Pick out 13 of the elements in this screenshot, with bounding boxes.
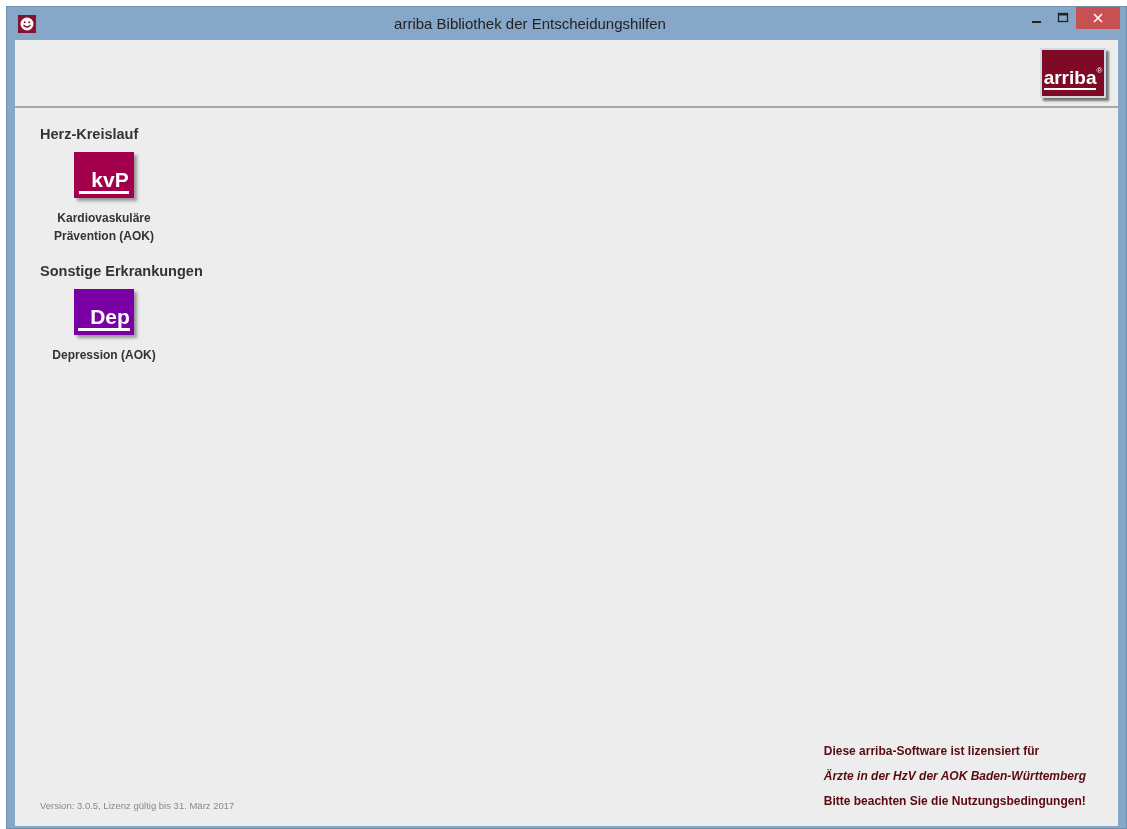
app-tile-icon[interactable]: kvP [74, 152, 134, 198]
license-text: Ärzte in der HzV der AOK Baden-Württemberg [823, 768, 1086, 785]
window-title: arriba Bibliothek der Entscheidungshilfen [393, 15, 667, 32]
app-label[interactable]: Kardiovaskuläre Prävention (AOK) [44, 209, 164, 245]
license-text: Bitte beachten Sie die Nutzungsbedingungen! [823, 793, 1086, 810]
category-heading: Herz-Kreislauf [40, 126, 140, 142]
version-text: Version: 3.0.5, Lizenz gültig bis 31. März 2017 [40, 800, 235, 811]
smiley-icon[interactable] [18, 14, 36, 33]
app-tile-icon[interactable]: Dep [74, 289, 134, 335]
category-heading: Sonstige Erkrankungen [40, 263, 204, 279]
app-label[interactable]: Depression (AOK) [44, 346, 164, 364]
license-text: Diese arriba-Software ist lizensiert für [823, 743, 1041, 760]
arriba-logo: arriba® [1040, 48, 1106, 98]
